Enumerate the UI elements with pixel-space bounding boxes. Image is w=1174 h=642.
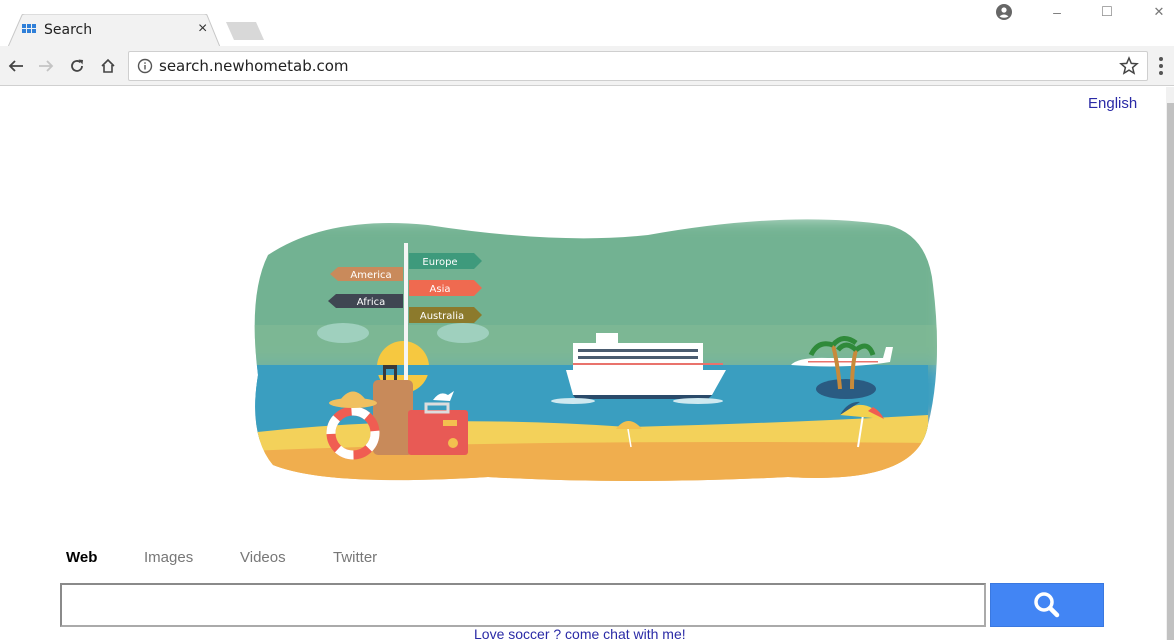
maximize-button[interactable]: □	[1087, 0, 1127, 24]
tab-shape	[8, 14, 220, 47]
grid-favicon-icon	[22, 24, 36, 33]
tab-images[interactable]: Images	[144, 549, 193, 566]
sign-australia: Australia	[409, 307, 482, 323]
browser-tab[interactable]: Search ×	[8, 14, 220, 47]
address-bar[interactable]: search.newhometab.com	[128, 51, 1148, 81]
home-icon	[101, 58, 115, 73]
page-content: English Europe America Asia Africa Austr…	[0, 87, 1166, 642]
close-window-button[interactable]: ✕	[1139, 0, 1174, 24]
reload-icon	[71, 59, 83, 72]
tab-web[interactable]: Web	[66, 549, 97, 566]
sign-america: America	[330, 267, 403, 281]
svg-text:Africa: Africa	[357, 297, 386, 308]
search-button[interactable]	[990, 583, 1104, 627]
minimize-button[interactable]: –	[1037, 0, 1077, 24]
language-link[interactable]: English	[1088, 95, 1137, 112]
address-url[interactable]: search.newhometab.com	[159, 57, 349, 75]
tab-videos[interactable]: Videos	[240, 549, 286, 566]
sign-africa: Africa	[328, 294, 403, 308]
info-icon[interactable]	[137, 58, 153, 74]
new-tab-icon[interactable]	[226, 22, 264, 40]
back-arrow-icon	[8, 60, 23, 72]
forward-arrow-icon	[39, 60, 54, 72]
back-button[interactable]	[4, 54, 28, 78]
cruise-ship	[551, 333, 726, 404]
search-input[interactable]	[60, 583, 986, 627]
magnifier-icon	[1034, 592, 1060, 618]
suitcase-red	[408, 402, 468, 455]
scrollbar-thumb[interactable]	[1167, 103, 1174, 640]
browser-titlebar: Search × – □ ✕	[0, 0, 1174, 47]
cloud-shape	[317, 323, 369, 343]
travel-hero-illustration: Europe America Asia Africa Australia	[254, 219, 937, 481]
svg-text:America: America	[350, 270, 391, 281]
svg-text:Europe: Europe	[422, 257, 457, 268]
sign-europe: Europe	[409, 253, 482, 269]
profile-icon[interactable]	[984, 0, 1024, 24]
tab-title: Search	[44, 22, 93, 38]
svg-text:Asia: Asia	[430, 284, 451, 295]
forward-button[interactable]	[34, 54, 58, 78]
reload-button[interactable]	[65, 54, 89, 78]
browser-toolbar: search.newhometab.com	[0, 46, 1174, 86]
tab-twitter[interactable]: Twitter	[333, 549, 377, 566]
sign-asia: Asia	[409, 280, 482, 296]
cloud-shape	[437, 323, 489, 343]
svg-text:Australia: Australia	[420, 311, 464, 322]
star-icon[interactable]	[1119, 56, 1139, 76]
home-button[interactable]	[96, 54, 120, 78]
tab-close-icon[interactable]: ×	[198, 20, 207, 38]
vertical-scrollbar[interactable]	[1166, 87, 1174, 640]
kebab-menu-icon[interactable]	[1158, 56, 1164, 76]
